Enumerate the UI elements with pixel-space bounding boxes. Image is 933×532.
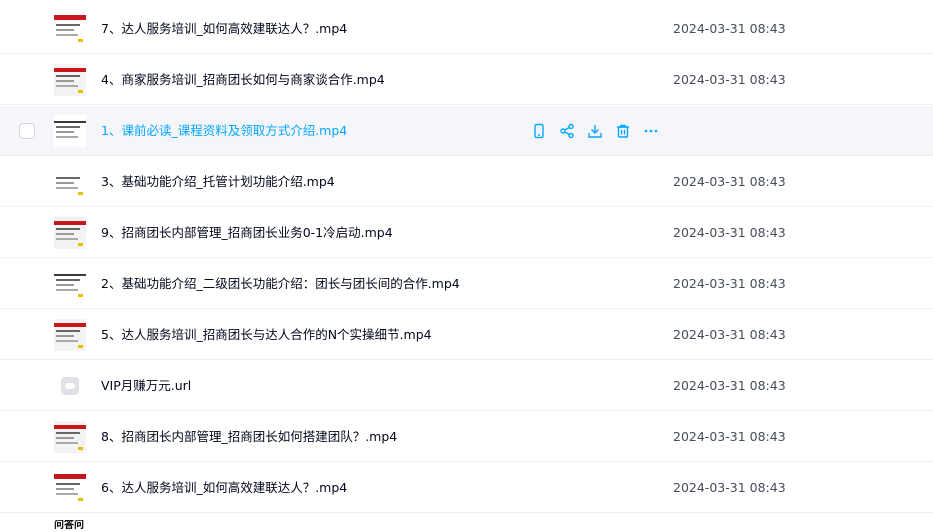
video-thumbnail bbox=[54, 115, 86, 147]
video-thumbnail bbox=[54, 421, 86, 453]
video-thumbnail bbox=[54, 268, 86, 300]
select-checkbox[interactable] bbox=[19, 123, 35, 139]
link-file-icon bbox=[61, 377, 79, 395]
file-date: 2024-03-31 08:43 bbox=[673, 327, 786, 342]
file-row[interactable]: VIP月赚万元.url 2024-03-31 08:43 bbox=[0, 361, 933, 411]
file-row[interactable]: 5、达人服务培训_招商团长与达人合作的N个实操细节.mp4 2024-03-31… bbox=[0, 310, 933, 360]
file-row[interactable]: 4、商家服务培训_招商团长如何与商家谈合作.mp4 2024-03-31 08:… bbox=[0, 55, 933, 105]
file-date: 2024-03-31 08:43 bbox=[673, 21, 786, 36]
file-name[interactable]: 9、招商团长内部管理_招商团长业务0-1冷启动.mp4 bbox=[101, 208, 393, 258]
file-row[interactable]: 2、基础功能介绍_二级团长功能介绍：团长与团长间的合作.mp4 2024-03-… bbox=[0, 259, 933, 309]
file-name[interactable]: 1、课前必读_课程资料及领取方式介绍.mp4 bbox=[101, 106, 347, 156]
file-name[interactable]: VIP月赚万元.url bbox=[101, 361, 191, 411]
file-row[interactable]: 7、达人服务培训_如何高效建联达人？.mp4 2024-03-31 08:43 bbox=[0, 4, 933, 54]
trash-icon[interactable] bbox=[614, 122, 632, 140]
phone-icon[interactable] bbox=[530, 122, 548, 140]
file-row[interactable]: 8、招商团长内部管理_招商团长如何搭建团队？.mp4 2024-03-31 08… bbox=[0, 412, 933, 462]
file-date: 2024-03-31 08:43 bbox=[673, 276, 786, 291]
share-icon[interactable] bbox=[558, 122, 576, 140]
download-icon[interactable] bbox=[586, 122, 604, 140]
partial-row-thumbnail: 问答问 bbox=[54, 520, 84, 531]
file-date: 2024-03-31 08:43 bbox=[673, 429, 786, 444]
file-date: 2024-03-31 08:43 bbox=[673, 378, 786, 393]
file-list: 7、达人服务培训_如何高效建联达人？.mp4 2024-03-31 08:43 … bbox=[0, 0, 933, 532]
file-date: 2024-03-31 08:43 bbox=[673, 480, 786, 495]
file-name[interactable]: 2、基础功能介绍_二级团长功能介绍：团长与团长间的合作.mp4 bbox=[101, 259, 460, 309]
file-row[interactable]: 6、达人服务培训_如何高效建联达人？.mp4 2024-03-31 08:43 bbox=[0, 463, 933, 513]
file-row[interactable]: 3、基础功能介绍_托管计划功能介绍.mp4 2024-03-31 08:43 bbox=[0, 157, 933, 207]
file-date: 2024-03-31 08:43 bbox=[673, 174, 786, 189]
video-thumbnail bbox=[54, 64, 86, 96]
file-name[interactable]: 5、达人服务培训_招商团长与达人合作的N个实操细节.mp4 bbox=[101, 310, 432, 360]
video-thumbnail bbox=[54, 472, 86, 504]
file-name[interactable]: 6、达人服务培训_如何高效建联达人？.mp4 bbox=[101, 463, 347, 513]
file-name[interactable]: 7、达人服务培训_如何高效建联达人？.mp4 bbox=[101, 4, 347, 54]
file-row[interactable]: 9、招商团长内部管理_招商团长业务0-1冷启动.mp4 2024-03-31 0… bbox=[0, 208, 933, 258]
video-thumbnail bbox=[54, 166, 86, 198]
file-name[interactable]: 3、基础功能介绍_托管计划功能介绍.mp4 bbox=[101, 157, 335, 207]
video-thumbnail bbox=[54, 13, 86, 45]
video-thumbnail bbox=[54, 217, 86, 249]
video-thumbnail bbox=[54, 319, 86, 351]
file-name[interactable]: 4、商家服务培训_招商团长如何与商家谈合作.mp4 bbox=[101, 55, 385, 105]
file-date: 2024-03-31 08:43 bbox=[673, 225, 786, 240]
file-row-hovered[interactable]: 1、课前必读_课程资料及领取方式介绍.mp4 bbox=[0, 106, 933, 156]
file-date: 2024-03-31 08:43 bbox=[673, 72, 786, 87]
row-actions bbox=[530, 122, 660, 140]
file-name[interactable]: 8、招商团长内部管理_招商团长如何搭建团队？.mp4 bbox=[101, 412, 397, 462]
more-icon[interactable] bbox=[642, 122, 660, 140]
